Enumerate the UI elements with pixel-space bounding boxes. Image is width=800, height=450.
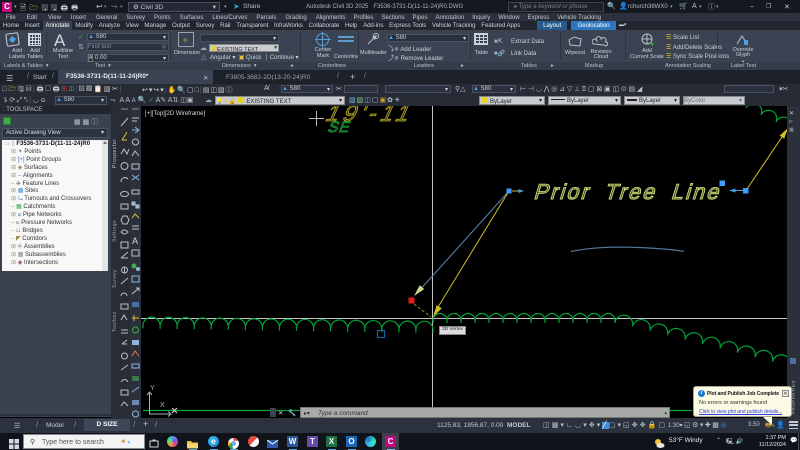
svg-text:[+][Top][2D Wireframe]: [+][Top][2D Wireframe] bbox=[145, 111, 206, 117]
svg-text:Prior Tree Line: Prior Tree Line bbox=[532, 179, 726, 203]
svg-text:Y: Y bbox=[150, 385, 155, 392]
svg-text:X: X bbox=[160, 402, 165, 409]
svg-text:SE: SE bbox=[326, 119, 354, 135]
